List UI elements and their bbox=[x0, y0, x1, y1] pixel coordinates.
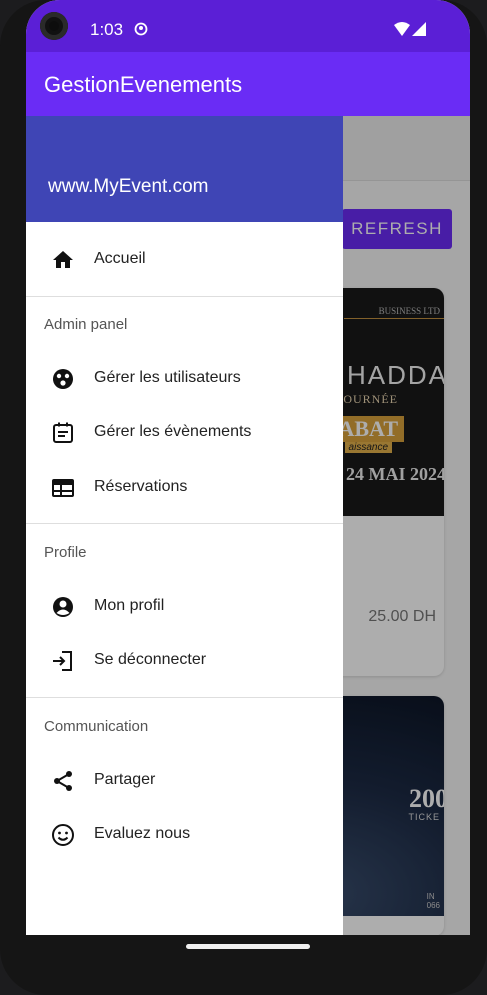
menu-item-gerer-evenements[interactable]: Gérer les évènements bbox=[26, 407, 343, 459]
share-icon bbox=[54, 771, 72, 791]
app-bar: GestionEvenements bbox=[26, 52, 470, 116]
app-title: GestionEvenements bbox=[44, 72, 243, 97]
menu-item-partager[interactable]: Partager bbox=[26, 755, 343, 807]
drawer-site-label: www.MyEvent.com bbox=[48, 176, 209, 197]
logout-icon bbox=[53, 651, 72, 671]
menu-item-label: Se déconnecter bbox=[94, 651, 207, 668]
menu-item-label: Partager bbox=[94, 771, 156, 788]
section-title-admin: Admin panel bbox=[44, 316, 128, 333]
section-title-communication: Communication bbox=[44, 718, 149, 735]
users-icon bbox=[53, 369, 73, 389]
gesture-nav-handle[interactable] bbox=[186, 944, 310, 949]
home-icon bbox=[53, 251, 73, 268]
menu-item-accueil[interactable]: Accueil bbox=[26, 234, 343, 286]
status-bar: 1:03 bbox=[26, 0, 470, 52]
divider bbox=[26, 296, 343, 297]
menu-item-label: Réservations bbox=[94, 478, 188, 495]
phone-frame: 1:03 GestionEvenements REFRESH BUSINESS … bbox=[0, 0, 487, 995]
screen: 1:03 GestionEvenements REFRESH BUSINESS … bbox=[26, 0, 470, 935]
menu-item-label: Gérer les évènements bbox=[94, 423, 252, 440]
drawer-header: www.MyEvent.com bbox=[26, 116, 343, 222]
notification-app-icon bbox=[134, 22, 148, 36]
menu-item-mon-profil[interactable]: Mon profil bbox=[26, 581, 343, 633]
signal-icon bbox=[412, 22, 426, 36]
divider bbox=[26, 697, 343, 698]
menu-item-label: Evaluez nous bbox=[94, 825, 191, 842]
wifi-icon bbox=[394, 22, 410, 36]
menu-item-se-deconnecter[interactable]: Se déconnecter bbox=[26, 635, 343, 687]
menu-item-label: Gérer les utilisateurs bbox=[94, 369, 241, 386]
smiley-icon bbox=[52, 824, 74, 846]
reservations-icon bbox=[52, 479, 74, 497]
front-camera bbox=[40, 12, 68, 40]
menu-item-reservations[interactable]: Réservations bbox=[26, 462, 343, 514]
navigation-drawer: www.MyEvent.com Accueil Admin panel Gére… bbox=[26, 116, 343, 935]
profile-icon bbox=[53, 597, 73, 617]
section-title-profile: Profile bbox=[44, 544, 87, 561]
menu-item-gerer-utilisateurs[interactable]: Gérer les utilisateurs bbox=[26, 353, 343, 405]
events-icon bbox=[53, 422, 73, 443]
menu-item-evaluez-nous[interactable]: Evaluez nous bbox=[26, 809, 343, 861]
menu-item-label: Mon profil bbox=[94, 597, 165, 614]
menu-item-label: Accueil bbox=[94, 250, 146, 267]
divider bbox=[26, 523, 343, 524]
status-time: 1:03 bbox=[90, 20, 124, 39]
